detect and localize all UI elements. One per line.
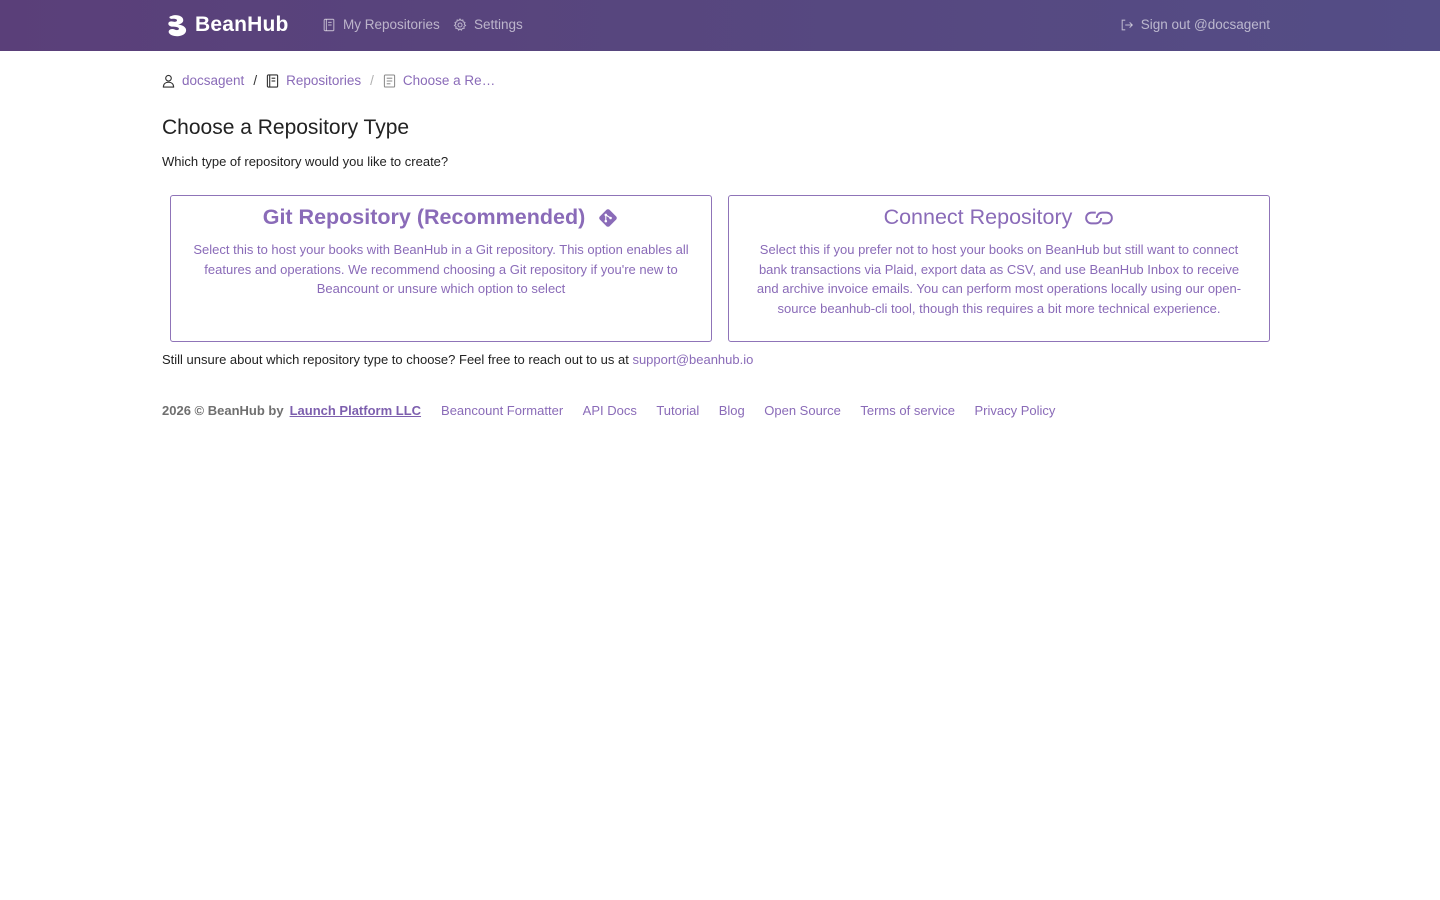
footer-copyright: 2026 © BeanHub by — [162, 403, 284, 418]
link-icon — [1085, 211, 1114, 224]
beanhub-logo-icon — [168, 14, 187, 36]
git-repository-card-title: Git Repository (Recommended) — [262, 205, 586, 229]
page-subtitle: Which type of repository would you like … — [162, 154, 449, 169]
connect-repository-card[interactable]: Connect Repository Select this if you pr… — [728, 195, 1270, 342]
connect-repository-card-description: Select this if you prefer not to host yo… — [756, 242, 1242, 316]
footer-link-terms-of-service[interactable]: Terms of service — [860, 403, 955, 418]
brand-logo-link[interactable]: BeanHub — [166, 13, 289, 37]
footer-link-privacy-policy[interactable]: Privacy Policy — [975, 403, 1056, 418]
sign-out-link[interactable]: Sign out @docsagent — [1120, 17, 1270, 32]
nav-settings[interactable]: Settings — [453, 17, 523, 32]
sign-out-icon — [1121, 19, 1133, 30]
footer-link-open-source[interactable]: Open Source — [764, 403, 841, 418]
gear-icon — [453, 17, 467, 31]
breadcrumb-user-label: docsagent — [182, 73, 245, 88]
git-icon — [599, 208, 618, 227]
git-repository-card-heading: Git Repository (Recommended) — [171, 205, 711, 230]
user-icon — [162, 74, 175, 88]
footer-link-tutorial[interactable]: Tutorial — [656, 403, 699, 418]
nav-my-repositories[interactable]: My Repositories — [322, 17, 440, 32]
top-navbar: BeanHub My Repositories Settings Sign ou… — [0, 0, 1440, 51]
breadcrumb-user[interactable]: docsagent — [162, 73, 244, 88]
footer-link-beancount-formatter[interactable]: Beancount Formatter — [441, 403, 563, 418]
breadcrumb-current-label: Choose a Re… — [402, 73, 496, 88]
footer: 2026 © BeanHub by Launch Platform LLC Be… — [162, 403, 1075, 418]
nav-my-repositories-label: My Repositories — [343, 17, 440, 32]
git-repository-card[interactable]: Git Repository (Recommended) Select this… — [170, 195, 712, 342]
brand-name: BeanHub — [195, 13, 289, 36]
footer-link-api-docs[interactable]: API Docs — [583, 403, 637, 418]
page-title: Choose a Repository Type — [162, 116, 410, 139]
support-email-link[interactable]: support@beanhub.io — [632, 352, 753, 367]
footer-link-blog[interactable]: Blog — [719, 403, 745, 418]
git-repository-card-description: Select this to host your books with Bean… — [193, 242, 689, 296]
breadcrumb: docsagent / Repositories / Choose a Re… — [162, 73, 495, 88]
breadcrumb-repositories[interactable]: Repositories — [266, 73, 361, 88]
breadcrumb-current: Choose a Re… — [383, 73, 495, 88]
repository-template-icon — [383, 73, 396, 88]
breadcrumb-separator: / — [253, 73, 258, 88]
help-text-label: Still unsure about which repository type… — [162, 352, 629, 367]
connect-repository-card-heading: Connect Repository — [729, 205, 1269, 230]
breadcrumb-repositories-label: Repositories — [286, 73, 362, 88]
breadcrumb-separator: / — [370, 73, 374, 88]
repository-icon — [323, 18, 335, 31]
repository-icon — [266, 73, 279, 88]
connect-repository-card-title: Connect Repository — [883, 205, 1073, 229]
navbar-inner: BeanHub My Repositories Settings Sign ou… — [0, 0, 1440, 51]
help-text: Still unsure about which repository type… — [162, 352, 753, 367]
footer-company-link[interactable]: Launch Platform LLC — [290, 403, 421, 418]
sign-out-label: Sign out @docsagent — [1140, 17, 1270, 32]
nav-settings-label: Settings — [474, 17, 523, 32]
